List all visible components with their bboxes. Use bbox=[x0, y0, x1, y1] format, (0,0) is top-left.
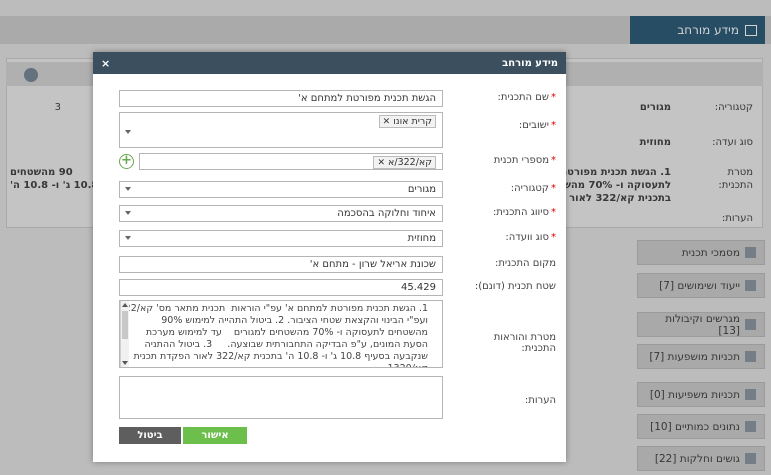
committee-value: מחוזית bbox=[407, 233, 436, 244]
settlements-multiselect[interactable]: קרית אונו ✕ bbox=[119, 112, 443, 148]
purpose-label: מטרת והוראות התכנית: bbox=[493, 332, 556, 354]
dialog-header: × מידע מורחב bbox=[93, 52, 566, 74]
dialog-title: מידע מורחב bbox=[502, 57, 558, 69]
plan-name-label: *שם התכנית: bbox=[497, 92, 556, 103]
chevron-down-icon[interactable] bbox=[125, 130, 131, 134]
committee-select[interactable]: מחוזית bbox=[119, 230, 443, 247]
notes-label: הערות: bbox=[524, 395, 556, 406]
scroll-thumb[interactable] bbox=[122, 311, 128, 339]
classification-label: *סיווג התכנית: bbox=[492, 207, 556, 218]
plan-name-input[interactable]: הגשת תכנית מפורטת למתחם א' bbox=[119, 90, 443, 107]
committee-label: *סוג וועדה: bbox=[505, 232, 556, 243]
area-label: שטח תכנית (דונם): bbox=[474, 281, 556, 292]
settlement-chip: קרית אונו ✕ bbox=[378, 115, 436, 128]
location-label: מקום התכנית: bbox=[494, 258, 556, 269]
cancel-button[interactable]: ביטול bbox=[119, 427, 181, 444]
scroll-up-icon[interactable] bbox=[122, 303, 128, 307]
plan-number-chip-label: קא/322/א bbox=[388, 157, 432, 168]
settlements-label: *ישובים: bbox=[518, 120, 556, 131]
chevron-down-icon bbox=[125, 187, 131, 191]
purpose-scrollbar[interactable] bbox=[120, 301, 129, 367]
category-value: מגורים bbox=[407, 184, 436, 195]
area-input[interactable]: 45.429 bbox=[119, 279, 443, 296]
location-input[interactable]: שכונת אריאל שרון - מתחם א' bbox=[119, 256, 443, 273]
remove-chip-icon[interactable]: ✕ bbox=[377, 158, 385, 168]
extended-info-dialog: × מידע מורחב *שם התכנית: הגשת תכנית מפור… bbox=[93, 52, 566, 462]
classification-value: איחוד וחלוקה בהסכמה bbox=[337, 208, 436, 219]
plan-numbers-multiselect[interactable]: קא/322/א ✕ bbox=[139, 153, 443, 170]
category-label: *קטגוריה: bbox=[510, 183, 556, 194]
purpose-textarea[interactable]: 1. הגשת תכנית מפורטת למתחם א' עפ"י הוראו… bbox=[119, 300, 443, 368]
settlement-chip-label: קרית אונו bbox=[393, 116, 432, 127]
ok-button[interactable]: אישור bbox=[183, 427, 247, 444]
category-select[interactable]: מגורים bbox=[119, 181, 443, 198]
chevron-down-icon bbox=[125, 236, 131, 240]
add-plan-number-icon[interactable]: + bbox=[119, 154, 134, 169]
close-icon[interactable]: × bbox=[101, 57, 110, 70]
plan-numbers-label: *מספרי תכנית bbox=[493, 155, 556, 166]
chevron-down-icon bbox=[125, 211, 131, 215]
scroll-down-icon[interactable] bbox=[122, 361, 128, 365]
notes-textarea[interactable] bbox=[119, 376, 443, 419]
remove-chip-icon[interactable]: ✕ bbox=[383, 117, 391, 127]
plan-number-chip: קא/322/א ✕ bbox=[373, 156, 436, 169]
classification-select[interactable]: איחוד וחלוקה בהסכמה bbox=[119, 205, 443, 222]
